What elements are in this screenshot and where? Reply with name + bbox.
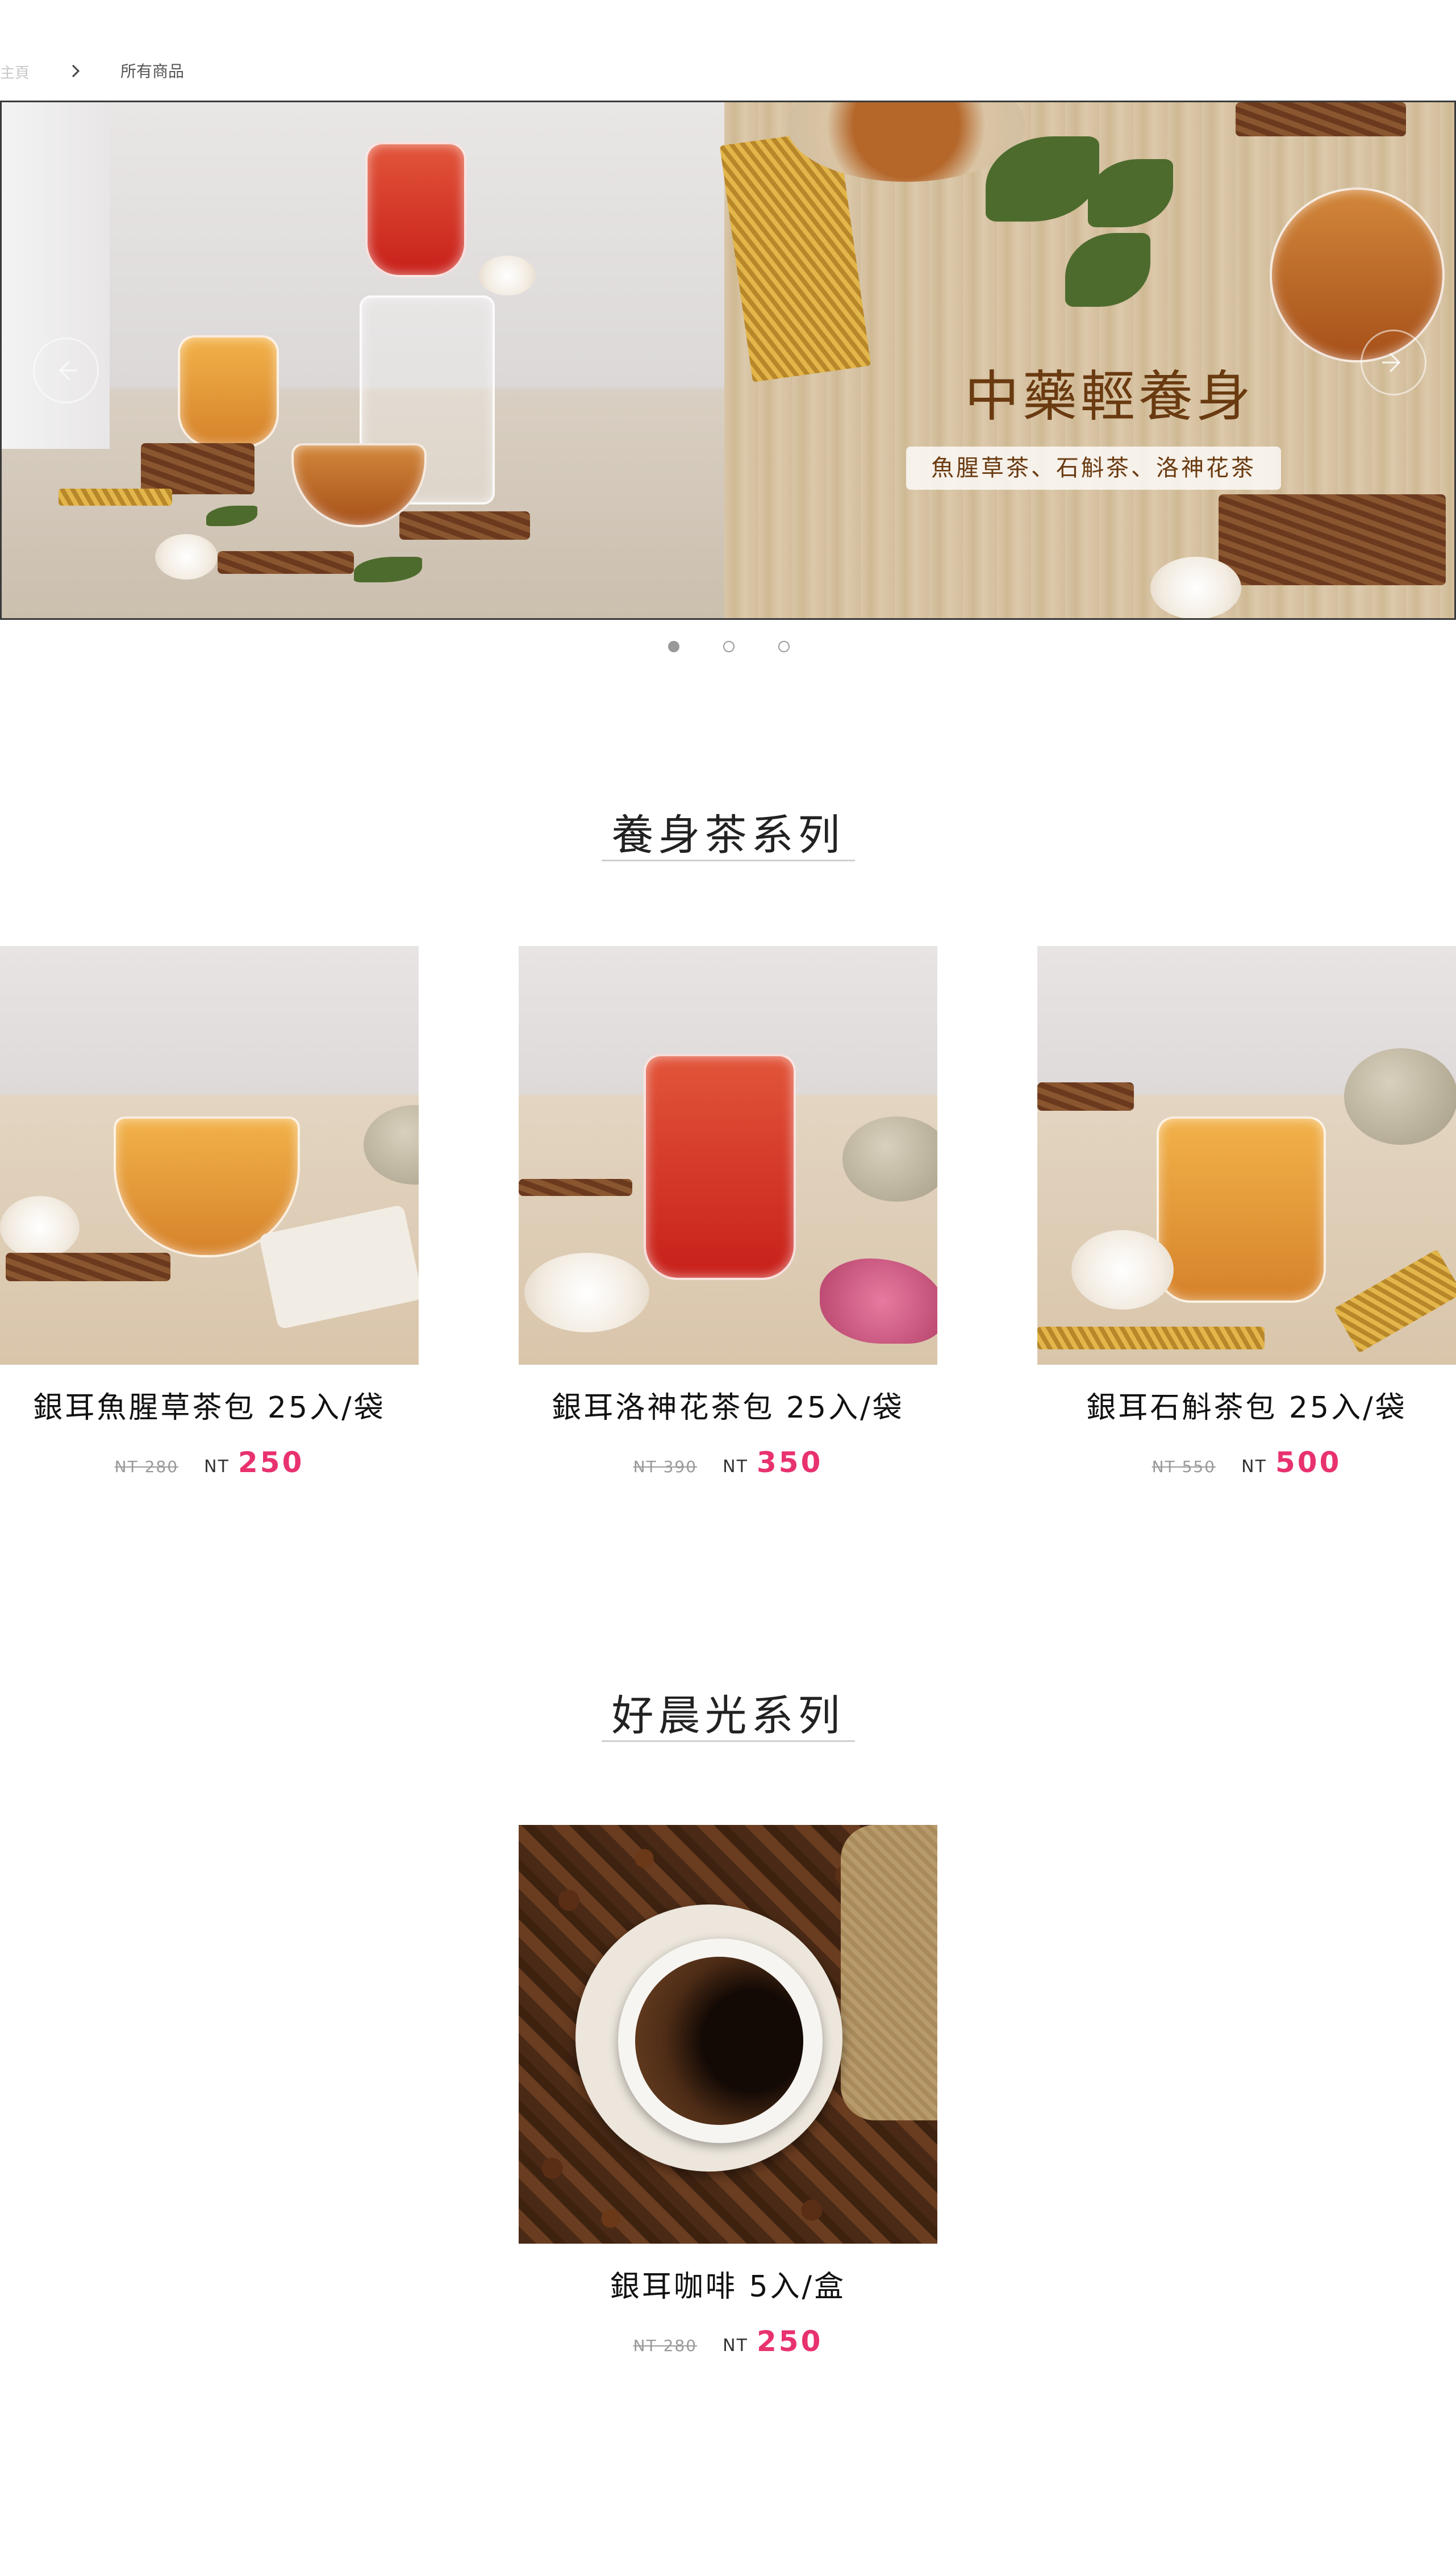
sale-price: 350 xyxy=(757,1446,823,1479)
product-image[interactable] xyxy=(519,946,937,1365)
original-price: NT 390 xyxy=(633,1457,698,1476)
currency-label: NT xyxy=(723,1457,748,1477)
carousel-dot-2[interactable] xyxy=(723,641,735,652)
product-name[interactable]: 銀耳咖啡 5入/盒 xyxy=(519,2262,937,2305)
product-image[interactable] xyxy=(1037,946,1456,1365)
product-name[interactable]: 銀耳洛神花茶包 25入/袋 xyxy=(519,1383,937,1426)
carousel-dot-1[interactable] xyxy=(668,641,679,652)
product-price: NT 280 NT 250 xyxy=(0,1446,419,1479)
arrow-left-icon xyxy=(59,360,77,381)
original-price: NT 280 xyxy=(114,1457,179,1476)
currency-label: NT xyxy=(723,2336,748,2356)
currency-label: NT xyxy=(1241,1457,1267,1477)
section-title-morning: 好晨光系列 xyxy=(611,1691,845,1740)
product-price: NT 280 NT 250 xyxy=(519,2325,937,2358)
chevron-right-icon xyxy=(72,64,80,78)
product-price: NT 550 NT 500 xyxy=(1037,1446,1456,1479)
original-price: NT 280 xyxy=(633,2336,698,2355)
product-name[interactable]: 銀耳魚腥草茶包 25入/袋 xyxy=(0,1383,419,1426)
original-price: NT 550 xyxy=(1152,1457,1216,1476)
sale-price: 250 xyxy=(757,2325,823,2358)
carousel-prev-button[interactable] xyxy=(33,337,99,403)
carousel-next-button[interactable] xyxy=(1361,330,1426,395)
product-price: NT 390 NT 350 xyxy=(519,1446,937,1479)
hero-carousel[interactable]: 中藥輕養身 魚腥草茶、石斛茶、洛神花茶 xyxy=(0,101,1456,620)
section-title-health-tea: 養身茶系列 xyxy=(611,811,845,860)
sale-price: 250 xyxy=(238,1446,304,1479)
breadcrumb-home-link[interactable]: 主頁 xyxy=(0,61,30,82)
breadcrumb: 主頁 所有商品 xyxy=(0,59,184,84)
sale-price: 500 xyxy=(1275,1446,1342,1479)
carousel-dot-3[interactable] xyxy=(778,641,790,652)
currency-label: NT xyxy=(204,1457,230,1477)
product-image[interactable] xyxy=(519,1825,937,2244)
section-divider xyxy=(602,1740,855,1742)
product-name[interactable]: 銀耳石斛茶包 25入/袋 xyxy=(1037,1383,1456,1426)
section-divider xyxy=(602,860,855,861)
banner-title: 中藥輕養身 xyxy=(965,365,1254,428)
arrow-right-icon xyxy=(1382,352,1401,373)
breadcrumb-current: 所有商品 xyxy=(120,62,185,81)
product-image[interactable] xyxy=(0,946,419,1365)
carousel-pagination xyxy=(665,640,801,657)
banner-photo-tea-glasses xyxy=(2,102,724,618)
banner-subtitle: 魚腥草茶、石斛茶、洛神花茶 xyxy=(906,447,1281,490)
